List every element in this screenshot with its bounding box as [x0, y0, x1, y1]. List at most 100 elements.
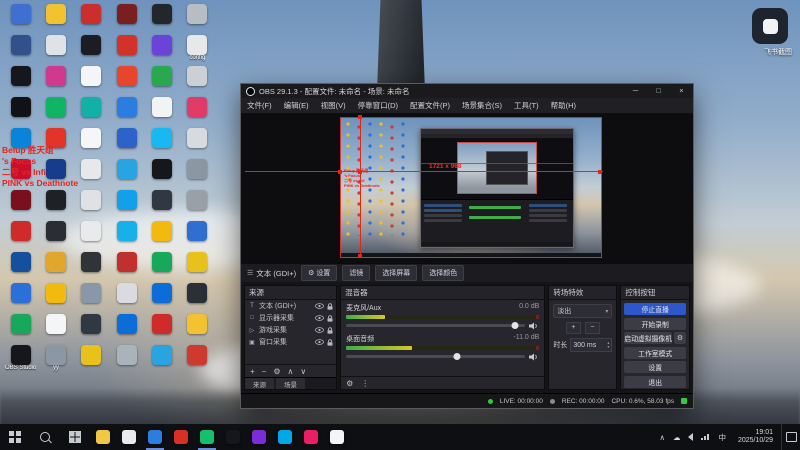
context-toolbar-button[interactable]: 滤镜	[342, 265, 371, 281]
desktop-icon[interactable]	[75, 97, 108, 128]
menu-item[interactable]: 文件(F)	[241, 100, 278, 111]
taskbar-app-button[interactable]	[246, 424, 272, 450]
desktop-icon[interactable]	[145, 128, 178, 159]
menu-item[interactable]: 视图(V)	[315, 100, 352, 111]
taskbar-app-button[interactable]	[90, 424, 116, 450]
desktop-icon[interactable]	[110, 4, 143, 35]
desktop-icon[interactable]	[75, 66, 108, 97]
desktop-icon[interactable]	[4, 221, 37, 252]
dock-tab[interactable]: 来源	[245, 378, 274, 389]
volume-slider[interactable]	[346, 322, 526, 329]
volume-icon[interactable]	[684, 424, 697, 450]
desktop-icon[interactable]	[145, 283, 178, 314]
desktop-icon[interactable]	[145, 66, 178, 97]
desktop-icon[interactable]	[145, 4, 178, 35]
taskbar-app-button[interactable]	[194, 424, 220, 450]
desktop-icon[interactable]	[75, 221, 108, 252]
desktop-icon[interactable]	[75, 190, 108, 221]
desktop-icon[interactable]	[145, 35, 178, 66]
selection-handle[interactable]	[358, 115, 362, 119]
desktop-icon[interactable]	[181, 345, 214, 376]
tray-chevron-icon[interactable]: ∧	[655, 424, 669, 450]
desktop-icon[interactable]	[75, 252, 108, 283]
close-button[interactable]: ×	[670, 84, 693, 98]
menu-item[interactable]: 配置文件(P)	[404, 100, 456, 111]
taskbar-clock[interactable]: 19:01 2025/10/29	[730, 429, 781, 446]
desktop-icon[interactable]	[181, 314, 214, 345]
desktop-icon[interactable]	[110, 35, 143, 66]
lock-icon[interactable]	[327, 338, 333, 346]
selection-handle[interactable]	[358, 170, 362, 174]
obs-preview-canvas[interactable]: Belup 胜天组's Focus二号 vs InfiPINK vs Death…	[241, 114, 693, 263]
search-button[interactable]	[30, 424, 60, 450]
desktop-icon[interactable]	[181, 66, 214, 97]
source-row[interactable]: ▷ 游戏采集	[245, 324, 336, 336]
lock-icon[interactable]	[327, 314, 333, 322]
obs-titlebar[interactable]: OBS 29.1.3 - 配置文件: 未命名 - 场景: 未命名 ─ □ ×	[241, 84, 693, 98]
desktop-icon[interactable]	[39, 66, 72, 97]
context-toolbar-button[interactable]: 选择屏幕	[375, 265, 418, 281]
desktop-icon[interactable]	[110, 159, 143, 190]
selection-handle[interactable]	[358, 254, 362, 258]
desktop-icon[interactable]	[4, 190, 37, 221]
desktop-icon[interactable]	[145, 314, 178, 345]
taskbar-app-button[interactable]	[298, 424, 324, 450]
duration-spinner[interactable]: 300 ms ▴ ▾	[570, 338, 613, 352]
desktop-icon[interactable]	[39, 97, 72, 128]
selection-handle[interactable]	[598, 170, 602, 174]
desktop-icon[interactable]	[39, 190, 72, 221]
desktop-icon[interactable]	[75, 159, 108, 190]
desktop-icon[interactable]	[75, 35, 108, 66]
desktop-icon[interactable]	[110, 190, 143, 221]
desktop-icon[interactable]	[39, 4, 72, 35]
desktop-icon[interactable]	[39, 221, 72, 252]
visibility-eye-icon[interactable]	[315, 315, 324, 321]
desktop-icon[interactable]	[39, 283, 72, 314]
desktop-icon[interactable]	[75, 345, 108, 376]
cloud-icon[interactable]: ☁	[669, 424, 685, 450]
desktop-icon[interactable]	[4, 252, 37, 283]
taskbar-app-button[interactable]	[220, 424, 246, 450]
notification-center-button[interactable]	[781, 424, 800, 450]
desktop-icon[interactable]: OBS Studio	[4, 345, 37, 376]
desktop-icon[interactable]	[110, 345, 143, 376]
source-row[interactable]: □ 显示器采集	[245, 312, 336, 324]
lock-icon[interactable]	[327, 302, 333, 310]
network-icon[interactable]	[697, 424, 714, 450]
screenshot-tool-widget[interactable]	[752, 8, 788, 44]
desktop-icon[interactable]	[110, 66, 143, 97]
lock-icon[interactable]	[327, 326, 333, 334]
desktop-icon[interactable]	[39, 252, 72, 283]
desktop-icon[interactable]	[4, 35, 37, 66]
desktop-icon[interactable]	[4, 97, 37, 128]
desktop-icon[interactable]	[181, 4, 214, 35]
mixer-footer-button[interactable]: ⚙	[346, 379, 353, 388]
menu-item[interactable]: 帮助(H)	[545, 100, 582, 111]
desktop-icon[interactable]	[110, 97, 143, 128]
desktop-icon[interactable]	[75, 4, 108, 35]
speaker-icon[interactable]	[529, 353, 539, 361]
virtual-camera-settings-icon[interactable]: ⚙	[674, 332, 686, 344]
desktop-icon[interactable]	[181, 221, 214, 252]
start-button[interactable]	[0, 424, 30, 450]
source-row[interactable]: T 文本 (GDI+)	[245, 300, 336, 312]
sources-toolbar-button[interactable]: −	[262, 367, 267, 376]
add-transition-button[interactable]: +	[565, 322, 581, 334]
desktop-icon[interactable]	[75, 314, 108, 345]
taskbar-app-button[interactable]	[168, 424, 194, 450]
stop-streaming-button[interactable]: 停止直播	[624, 303, 686, 315]
studio-mode-button[interactable]: 工作室模式	[624, 346, 686, 359]
selection-handle[interactable]	[338, 170, 342, 174]
remove-transition-button[interactable]: −	[584, 322, 600, 334]
desktop-icon[interactable]	[110, 283, 143, 314]
desktop-icon[interactable]	[145, 221, 178, 252]
visibility-eye-icon[interactable]	[315, 327, 324, 333]
desktop-icon[interactable]	[110, 252, 143, 283]
sources-toolbar-button[interactable]: ⚙	[273, 367, 280, 376]
desktop-icon[interactable]	[110, 314, 143, 345]
desktop-icon[interactable]	[4, 314, 37, 345]
desktop-icon[interactable]	[181, 159, 214, 190]
desktop-icon[interactable]	[4, 66, 37, 97]
mixer-footer-button[interactable]: ⋮	[361, 379, 369, 388]
volume-slider-knob[interactable]	[511, 322, 519, 329]
